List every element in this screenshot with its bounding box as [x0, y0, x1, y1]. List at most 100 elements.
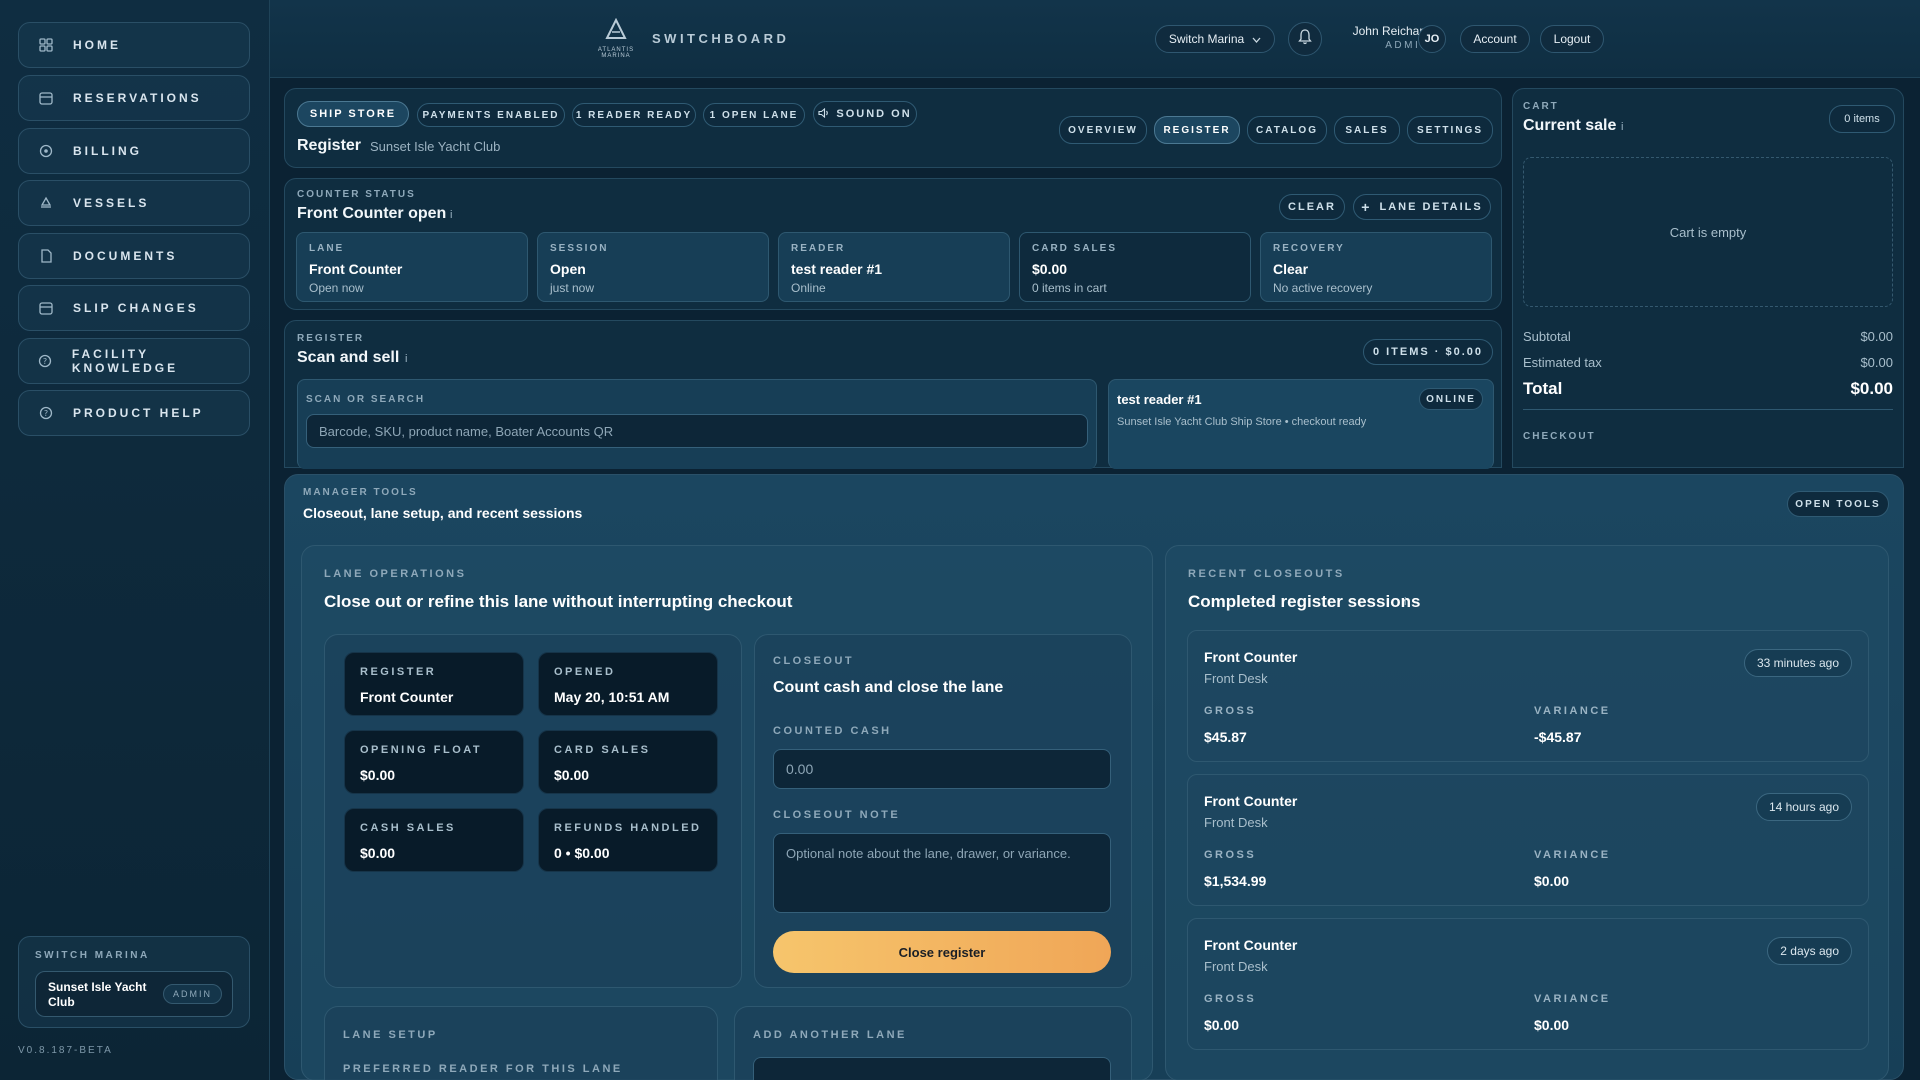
switch-marina-dropdown[interactable]: Switch Marina	[1155, 25, 1275, 53]
closeout-time-badge: 2 days ago	[1767, 937, 1852, 965]
tab-catalog[interactable]: CATALOG	[1247, 116, 1327, 144]
cart-empty-state: Cart is empty	[1523, 157, 1893, 307]
lane-details-button[interactable]: + LANE DETAILS	[1353, 194, 1491, 220]
lane-card-opening-float: OPENING FLOAT $0.00	[344, 730, 524, 794]
sidebar-item-home[interactable]: HOME	[18, 22, 250, 68]
closeout-list-item[interactable]: Front Counter Front Desk 14 hours ago GR…	[1187, 774, 1869, 906]
lane-ops-caption: LANE OPERATIONS	[324, 568, 467, 580]
user-name: John Reichard	[1352, 24, 1430, 38]
stat-caption: SESSION	[550, 243, 609, 254]
sidebar-item-billing[interactable]: BILLING	[18, 128, 250, 174]
lane-card-caption: OPENING FLOAT	[360, 744, 483, 756]
tab-settings[interactable]: SETTINGS	[1407, 116, 1493, 144]
sidebar-item-slip-changes[interactable]: SLIP CHANGES	[18, 285, 250, 331]
open-tools-button[interactable]: OPEN TOOLS	[1787, 491, 1889, 517]
counted-cash-caption: COUNTED CASH	[773, 725, 892, 737]
reader-status-card: test reader #1 ONLINE Sunset Isle Yacht …	[1108, 379, 1494, 469]
subtotal-label: Subtotal	[1523, 329, 1571, 344]
marina-selector[interactable]: Sunset Isle Yacht Club ADMIN	[35, 971, 233, 1017]
stat-sub: 0 items in cart	[1032, 281, 1107, 295]
stat-value: Clear	[1273, 261, 1309, 277]
stat-sub: Online	[791, 281, 826, 295]
stat-value: Front Counter	[309, 261, 403, 277]
stat-card-reader: READER test reader #1 Online	[778, 232, 1010, 302]
recent-caption: RECENT CLOSEOUTS	[1188, 568, 1345, 580]
recent-title: Completed register sessions	[1188, 592, 1421, 611]
counter-title: Front Counter open	[297, 205, 447, 222]
gross-value: $45.87	[1204, 729, 1247, 745]
sidebar-item-label: SLIP CHANGES	[73, 301, 199, 315]
tab-overview[interactable]: OVERVIEW	[1059, 116, 1147, 144]
speaker-icon	[818, 107, 830, 121]
lane-card-value: $0.00	[360, 845, 396, 861]
scan-sell-panel: REGISTER Scan and sell i 0 ITEMS · $0.00…	[284, 320, 1502, 469]
closeout-list-item[interactable]: Front Counter Front Desk 2 days ago GROS…	[1187, 918, 1869, 1050]
atlantis-logo: ATLANTIS MARINA	[596, 17, 636, 59]
lane-card-value: $0.00	[554, 767, 590, 783]
search-input[interactable]: Barcode, SKU, product name, Boater Accou…	[306, 414, 1088, 448]
counted-cash-input[interactable]: 0.00	[773, 749, 1111, 789]
lane-card-register: REGISTER Front Counter	[344, 652, 524, 716]
tab-sales[interactable]: SALES	[1334, 116, 1400, 144]
info-icon[interactable]: i	[1621, 121, 1623, 133]
help-icon: ?	[37, 352, 54, 370]
new-lane-input[interactable]	[753, 1057, 1111, 1080]
tab-register[interactable]: REGISTER	[1154, 116, 1240, 144]
calendar-icon	[37, 299, 55, 317]
info-icon[interactable]: i	[1404, 596, 1406, 608]
scan-caption: REGISTER	[297, 333, 365, 344]
stat-card-card-sales: CARD SALES $0.00 0 items in cart	[1019, 232, 1251, 302]
badge-ship-store[interactable]: SHIP STORE	[297, 101, 409, 127]
notifications-button[interactable]	[1288, 22, 1322, 56]
closeout-register-name: Front Counter	[1204, 649, 1298, 665]
closeout-note-textarea[interactable]: Optional note about the lane, drawer, or…	[773, 833, 1111, 913]
lane-details-label: LANE DETAILS	[1379, 201, 1483, 213]
closeout-title: Count cash and close the lane	[773, 679, 1004, 696]
lane-card-caption: CARD SALES	[554, 744, 651, 756]
lane-setup-card: LANE SETUP PREFERRED READER FOR THIS LAN…	[324, 1006, 718, 1080]
cart-title: Current sale	[1523, 117, 1617, 134]
closeout-register-name: Front Counter	[1204, 793, 1298, 809]
manager-caption: MANAGER TOOLS	[303, 487, 418, 498]
closeout-caption: CLOSEOUT	[773, 655, 855, 667]
sidebar-item-documents[interactable]: DOCUMENTS	[18, 233, 250, 279]
add-lane-card: ADD ANOTHER LANE	[734, 1006, 1132, 1080]
page-subtitle: Sunset Isle Yacht Club	[370, 139, 501, 154]
app-title: SWITCHBOARD	[652, 31, 790, 46]
sidebar-item-label: HOME	[73, 38, 121, 52]
stat-value: $0.00	[1032, 261, 1068, 277]
gross-label: GROSS	[1204, 705, 1257, 717]
sound-toggle[interactable]: SOUND ON	[813, 101, 917, 127]
lane-card-card-sales: CARD SALES $0.00	[538, 730, 718, 794]
page-title: Register	[297, 137, 362, 154]
avatar[interactable]: JO	[1418, 25, 1446, 53]
cart-items-badge: 0 items	[1829, 105, 1895, 133]
svg-text:?: ?	[43, 357, 47, 366]
account-button[interactable]: Account	[1460, 25, 1530, 53]
clear-button[interactable]: CLEAR	[1279, 194, 1345, 220]
sidebar-item-vessels[interactable]: VESSELS	[18, 180, 250, 226]
checkout-caption: CHECKOUT	[1523, 431, 1596, 442]
marina-name: Sunset Isle Yacht Club	[48, 980, 147, 1009]
logout-button[interactable]: Logout	[1540, 25, 1604, 53]
closeout-list-item[interactable]: Front Counter Front Desk 33 minutes ago …	[1187, 630, 1869, 762]
badge-payments-enabled: PAYMENTS ENABLED	[417, 103, 565, 127]
stat-value: Open	[550, 261, 586, 277]
register-header-panel: SHIP STORE PAYMENTS ENABLED 1 READER REA…	[284, 88, 1502, 168]
stat-caption: READER	[791, 243, 846, 254]
cart-summary-badge: 0 ITEMS · $0.00	[1363, 339, 1493, 365]
close-register-button[interactable]: Close register	[773, 931, 1111, 973]
variance-value: $0.00	[1534, 873, 1570, 889]
gross-value: $1,534.99	[1204, 873, 1267, 889]
info-icon[interactable]: i	[405, 353, 407, 365]
scan-search-box: SCAN OR SEARCH Barcode, SKU, product nam…	[297, 379, 1097, 469]
sidebar-item-reservations[interactable]: RESERVATIONS	[18, 75, 250, 121]
sidebar-item-facility-knowledge[interactable]: ? FACILITY KNOWLEDGE	[18, 338, 250, 384]
stat-sub: No active recovery	[1273, 281, 1373, 295]
info-icon[interactable]: i	[450, 209, 452, 221]
sidebar-item-product-help[interactable]: ? PRODUCT HELP	[18, 390, 250, 436]
grid-icon	[37, 36, 55, 54]
lane-card-caption: REFUNDS HANDLED	[554, 822, 702, 834]
lane-card-value: Front Counter	[360, 689, 454, 705]
tax-label: Estimated tax	[1523, 355, 1602, 370]
